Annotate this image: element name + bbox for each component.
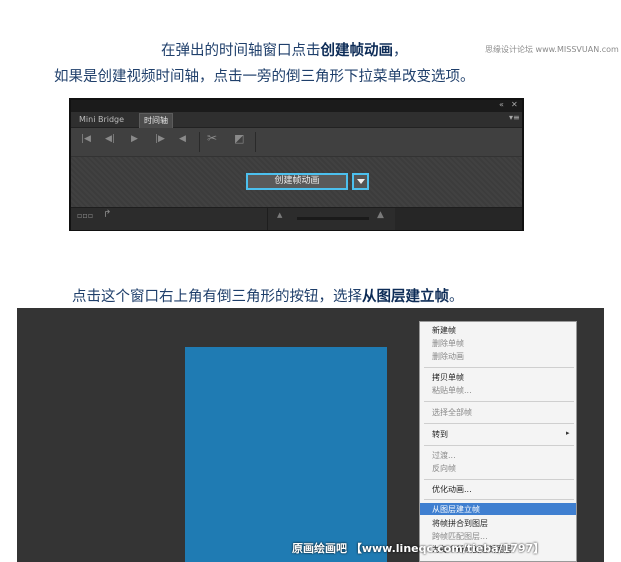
play-icon[interactable]: ▶	[131, 134, 138, 144]
prev-frame-icon[interactable]: ◀|	[105, 134, 115, 144]
playback-toolbar: |◀ ◀| ▶ |▶ ◀ ✂ ◩	[71, 128, 522, 157]
watermark-bottom: 原画绘画吧 【www.lineqc.com/tieba/1797】	[292, 542, 545, 555]
toolbar-separator	[255, 132, 256, 152]
panel-menu-icon[interactable]: ▾≡	[509, 113, 520, 122]
menu-separator	[424, 479, 574, 480]
scissors-icon[interactable]: ✂	[207, 131, 217, 145]
menu-item-flatten-frames[interactable]: 将帧拼合到图层	[432, 518, 488, 529]
tab-mini-bridge[interactable]: Mini Bridge	[75, 113, 128, 127]
caption-3-suffix: 。	[449, 289, 464, 305]
caption-line-3: 点击这个窗口右上角有倒三角形的按钮，选择从图层建立帧。	[72, 285, 464, 306]
close-icon[interactable]: ✕	[511, 100, 518, 109]
watermark-top: 思缘设计论坛 www.MISSVUAN.com	[485, 45, 619, 54]
menu-item-tween[interactable]: 过渡...	[432, 450, 456, 461]
transition-icon[interactable]: ◩	[234, 132, 244, 145]
menu-item-delete-animation[interactable]: 删除动画	[432, 351, 464, 362]
frames-panel-menu: 新建帧 删除单帧 删除动画 拷贝单帧 粘贴单帧... 选择全部帧 转到 ▸ 过渡…	[419, 321, 577, 562]
menu-item-go-to[interactable]: 转到	[432, 429, 448, 440]
caption-1-bold: 创建帧动画	[320, 43, 394, 59]
menu-item-make-frames-from-layers[interactable]: 从图层建立帧	[432, 504, 480, 515]
submenu-arrow-icon: ▸	[566, 429, 570, 437]
menu-item-paste-frame[interactable]: 粘贴单帧...	[432, 385, 472, 396]
convert-icon[interactable]: ↱	[103, 209, 111, 220]
menu-item-delete-frame[interactable]: 删除单帧	[432, 338, 464, 349]
caption-1-text: 在弹出的时间轴窗口点击	[161, 43, 321, 59]
zoom-out-icon[interactable]: ▲	[277, 211, 282, 219]
zoom-slider[interactable]	[297, 217, 369, 220]
menu-separator	[424, 499, 574, 500]
menu-item-new-frame[interactable]: 新建帧	[432, 325, 456, 336]
menu-item-optimize[interactable]: 优化动画...	[432, 484, 472, 495]
next-frame-icon[interactable]: |▶	[155, 134, 165, 144]
caption-3-bold: 从图层建立帧	[362, 289, 449, 305]
panel-tabs: Mini Bridge 时间轴 ▾≡	[71, 112, 522, 128]
create-frame-animation-button[interactable]: 创建帧动画	[246, 173, 348, 190]
menu-item-copy-frame[interactable]: 拷贝单帧	[432, 372, 464, 383]
caption-line-1: 在弹出的时间轴窗口点击创建帧动画，	[161, 39, 408, 60]
toolbar-separator	[199, 132, 200, 152]
menu-item-reverse-frames[interactable]: 反向帧	[432, 463, 456, 474]
first-frame-icon[interactable]: |◀	[81, 134, 91, 144]
timeline-type-dropdown[interactable]	[352, 173, 369, 190]
caption-1-suffix: ，	[393, 43, 408, 59]
caption-line-2: 如果是创建视频时间轴，点击一旁的倒三角形下拉菜单改变选项。	[54, 69, 475, 85]
menu-separator	[424, 401, 574, 402]
triangle-down-icon	[357, 179, 365, 184]
canvas-document	[185, 347, 387, 562]
collapse-icon[interactable]: «	[499, 100, 504, 109]
zoom-in-icon[interactable]: ▲	[377, 210, 384, 220]
audio-icon[interactable]: ◀	[179, 134, 186, 144]
menu-separator	[424, 445, 574, 446]
caption-3-text: 点击这个窗口右上角有倒三角形的按钮，选择	[72, 289, 362, 305]
tab-timeline[interactable]: 时间轴	[139, 113, 173, 128]
bottom-right-area	[395, 208, 522, 230]
bottom-divider	[267, 208, 268, 230]
menu-item-select-all[interactable]: 选择全部帧	[432, 407, 472, 418]
menu-separator	[424, 423, 574, 424]
menu-separator	[424, 367, 574, 368]
timeline-panel: « ✕ Mini Bridge 时间轴 ▾≡ |◀ ◀| ▶ |▶ ◀ ✂ ◩ …	[69, 98, 524, 231]
panel-bottom-bar: ▫▫▫ ↱ ▲ ▲	[71, 207, 522, 230]
frames-icon[interactable]: ▫▫▫	[77, 211, 93, 220]
panel-titlebar: « ✕	[71, 100, 522, 112]
